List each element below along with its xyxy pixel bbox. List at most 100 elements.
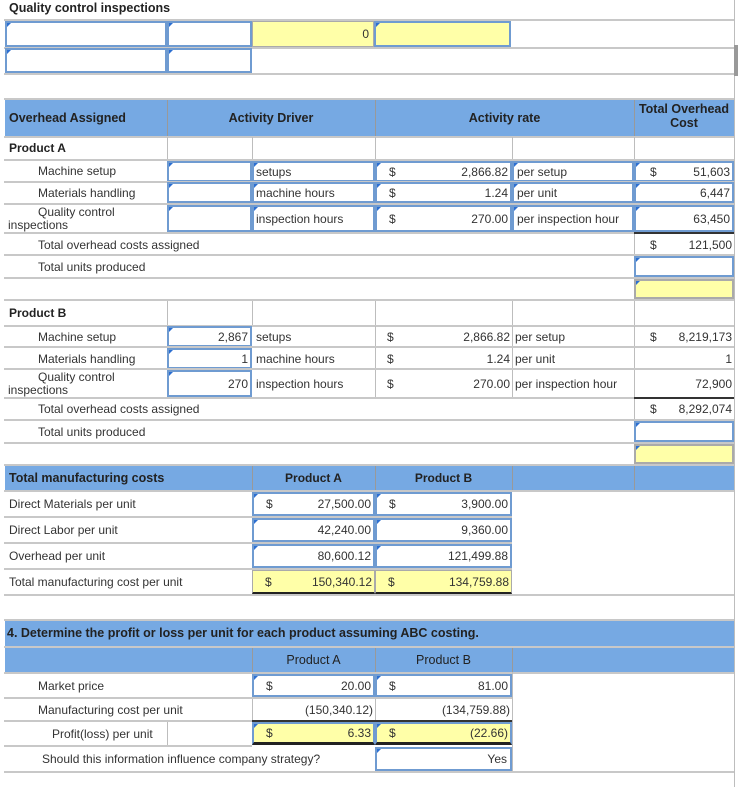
product-a-machine-setup-unit-input[interactable]: setups [252,161,375,182]
top-value-cell: 0 [252,21,374,47]
currency-symbol: $ [388,574,395,589]
profit-col-product-b: Product B [416,652,471,667]
mfg-cost-per-unit-label: Manufacturing cost per unit [38,703,183,717]
header-activity-rate: Activity rate [468,110,541,125]
product-a-machine-setup-unit: setups [256,164,292,179]
profit-a-input[interactable]: $6.33 [252,722,375,745]
currency-symbol: $ [387,376,394,391]
top-input-2a[interactable] [5,48,167,73]
currency-symbol: $ [387,351,394,366]
product-a-machine-setup-qty-input[interactable] [167,161,252,182]
product-a-materials-handling-rate-input[interactable]: $1.24 [375,182,512,203]
total-mfg-cost-a-cell: $150,340.12 [252,570,375,594]
overhead-per-unit-a: 80,600.12 [317,549,371,563]
product-b-total-overhead-label: Total overhead costs assigned [38,402,200,416]
product-b-machine-setup-qty-input[interactable]: 2,867 [167,326,252,347]
product-b-quality-control-rate: 270.00 [473,376,510,391]
product-a-machine-setup-label: Machine setup [38,164,117,178]
top-input-2b[interactable] [167,48,252,73]
top-value: 0 [362,27,369,41]
direct-labor-b: 9,360.00 [461,523,508,537]
product-b-materials-handling-rate-cell: $1.24 [375,348,512,369]
product-a-materials-handling-cost: 6,447 [699,185,730,200]
header-overhead-assigned: Overhead Assigned [9,110,126,125]
currency-symbol: $ [650,164,657,179]
overhead-per-unit-label: Overhead per unit [9,549,106,563]
product-a-materials-handling-unit-input[interactable]: machine hours [252,182,375,203]
currency-symbol: $ [266,497,273,511]
market-price-b-input[interactable]: $81.00 [375,674,512,697]
product-b-materials-handling-rate-unit: per unit [515,351,556,366]
product-b-machine-setup-cost-cell: $8,219,173 [634,326,734,347]
manufacturing-col-product-b: Product B [414,471,473,485]
product-a-overhead-per-unit-input[interactable] [634,279,734,299]
top-input-1b[interactable] [167,21,252,47]
product-a-quality-control-rate-unit-input[interactable]: per inspection hour [512,205,634,232]
strategy-question: Should this information influence compan… [42,752,321,766]
product-a-machine-setup-cost: 51,603 [693,164,730,179]
currency-symbol: $ [266,678,273,693]
profit-b: (22.66) [469,726,508,740]
overhead-per-unit-a-input[interactable]: 80,600.12 [252,544,375,568]
manufacturing-header: Total manufacturing costs [9,470,165,485]
profit-b-input[interactable]: $ (22.66) [375,722,512,745]
product-a-quality-control-unit-input[interactable]: inspection hours [252,205,375,232]
product-a-machine-setup-rate-unit: per setup [517,164,568,179]
product-a-machine-setup-rate-input[interactable]: $2,866.82 [375,161,512,182]
market-price-b: 81.00 [477,678,508,693]
currency-symbol: $ [650,237,657,252]
header-activity-driver: Activity Driver [228,110,314,125]
product-a-materials-handling-rate: 1.24 [484,185,508,200]
product-b-machine-setup-rate-cell: $2,866.82 [375,326,512,347]
product-a-quality-control-rate-input[interactable]: $270.00 [375,205,512,232]
currency-symbol: $ [387,329,394,344]
direct-labor-b-input[interactable]: 9,360.00 [375,518,512,542]
currency-symbol: $ [266,726,273,740]
product-b-materials-handling-qty: 1 [241,351,248,366]
product-a-total-overhead: $121,500 [634,234,734,255]
product-a-materials-handling-rate-unit: per unit [517,185,558,200]
product-a-total-units-input[interactable] [634,256,734,277]
product-a-materials-handling-rate-unit-input[interactable]: per unit [512,182,634,203]
product-b-overhead-per-unit-input[interactable] [634,444,734,464]
top-input-1d[interactable] [374,21,511,47]
header-total-overhead-cost: Total Overhead Cost [638,102,730,130]
market-price-a-input[interactable]: $20.00 [252,674,375,697]
product-a-materials-handling-qty-input[interactable] [167,182,252,203]
product-b-machine-setup-cost: 8,219,173 [678,329,732,344]
product-a-quality-control-cost-input[interactable]: 63,450 [634,205,734,232]
product-b-quality-control-qty-input[interactable]: 270 [167,370,252,397]
mfg-cost-per-unit-a: (150,340.12) [304,703,373,717]
direct-materials-a-input[interactable]: $27,500.00 [252,492,375,516]
product-a-materials-handling-unit: machine hours [256,185,335,200]
product-a-materials-handling-cost-input[interactable]: 6,447 [634,182,734,203]
currency-symbol: $ [389,164,396,179]
product-b-materials-handling-unit: machine hours [256,351,335,366]
product-b-quality-control-label-line1: Quality control [38,370,115,384]
product-a-quality-control-label-line2: inspections [8,218,69,232]
section-label-quality-control: Quality control inspections [9,1,171,15]
direct-labor-a-input[interactable]: 42,240.00 [252,518,375,542]
product-a-machine-setup-rate-unit-input[interactable]: per setup [512,161,634,182]
product-a-quality-control-cost: 63,450 [693,211,730,226]
currency-symbol: $ [650,329,657,344]
overhead-per-unit-b-input[interactable]: 121,499.88 [375,544,512,568]
product-a-machine-setup-cost-input[interactable]: $51,603 [634,161,734,182]
product-a-quality-control-rate-unit: per inspection hour [517,211,620,226]
product-b-total-overhead-value: 8,292,074 [678,402,732,416]
top-input-1a[interactable] [5,21,167,47]
product-a-machine-setup-rate: 2,866.82 [461,164,508,179]
product-b-quality-control-unit: inspection hours [256,376,344,391]
product-b-quality-control-rate-unit: per inspection hour [515,376,618,391]
product-b-materials-handling-cost: 1 [725,351,732,366]
product-b-total-units-input[interactable] [634,421,734,442]
product-a-title: Product A [9,141,66,155]
strategy-answer-select[interactable]: Yes [375,747,512,771]
product-a-total-units-label: Total units produced [38,259,146,274]
product-b-materials-handling-qty-input[interactable]: 1 [167,348,252,369]
product-b-quality-control-cost: 72,900 [695,376,732,391]
currency-symbol: $ [389,185,396,200]
direct-materials-b-input[interactable]: $3,900.00 [375,492,512,516]
product-a-quality-control-qty-input[interactable] [167,205,252,232]
direct-labor-label: Direct Labor per unit [9,523,118,537]
